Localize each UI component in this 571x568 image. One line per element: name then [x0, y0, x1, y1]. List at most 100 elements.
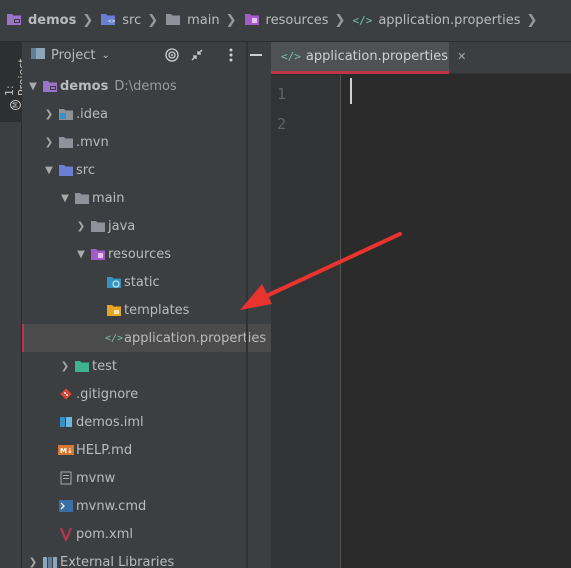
tree-item-mvnw-cmd[interactable]: mvnw.cmd: [22, 492, 271, 520]
maven-icon: [58, 526, 74, 542]
breadcrumb-label: demos: [28, 13, 77, 28]
code-editor[interactable]: [343, 75, 571, 568]
chevron-right-icon: ❯: [225, 13, 237, 28]
chevron-down-icon[interactable]: ▼: [26, 81, 40, 92]
tree-item-label: demos: [60, 78, 109, 94]
breadcrumb-label: src: [122, 13, 142, 28]
project-tree: ▼ demos D:\demos ❯ .idea ❯ .mvn ▼ src ▼ …: [22, 72, 271, 568]
tree-item-label: .idea: [76, 106, 108, 122]
tree-item-templates[interactable]: templates: [22, 296, 271, 324]
breadcrumb-application-properties[interactable]: </> application.properties: [352, 0, 520, 41]
breadcrumb-label: application.properties: [378, 13, 521, 28]
chevron-right-icon[interactable]: ❯: [42, 109, 56, 120]
chevron-right-icon: ❯: [334, 13, 346, 28]
tree-item-label: resources: [108, 246, 172, 262]
tool-window-strip: M 1: Project: [0, 42, 29, 568]
project-folder-icon: [42, 78, 58, 94]
tree-item-label: External Libraries: [60, 554, 175, 568]
tree-item-label: src: [76, 162, 95, 178]
tree-item-label: templates: [124, 302, 190, 318]
source-folder-icon: [58, 162, 74, 178]
tree-item-test[interactable]: ❯ test: [22, 352, 271, 380]
folder-icon: [74, 190, 90, 206]
git-icon: [58, 386, 74, 402]
project-view-icon: [30, 46, 46, 64]
more-options-icon[interactable]: [223, 47, 239, 63]
editor-tab-bar: </> application.properties ✕: [271, 42, 571, 74]
tree-item-label: application.properties: [124, 330, 267, 346]
test-folder-icon: [74, 358, 90, 374]
tree-item-help-md[interactable]: M↓ HELP.md: [22, 436, 271, 464]
tree-item-java[interactable]: ❯ java: [22, 212, 271, 240]
tree-item-label: static: [124, 274, 160, 290]
chevron-down-icon[interactable]: ▼: [74, 249, 88, 260]
tree-item-label: main: [92, 190, 125, 206]
breadcrumb-demos[interactable]: demos: [6, 0, 76, 41]
chevron-right-icon: ❯: [82, 13, 94, 28]
tree-item-label: .gitignore: [76, 386, 139, 402]
idea-folder-icon: [58, 106, 74, 122]
chevron-right-icon[interactable]: ❯: [26, 557, 40, 568]
project-panel: Project ⌄ ▼ demos D:\demos ❯ .idea ❯ .mv…: [22, 42, 271, 568]
chevron-right-icon[interactable]: ❯: [74, 221, 88, 232]
tree-item-label: mvnw: [76, 470, 116, 486]
project-tool-window-tab[interactable]: M 1: Project: [0, 42, 29, 122]
tree-item-src[interactable]: ▼ src: [22, 156, 271, 184]
svg-text:M↓: M↓: [60, 447, 73, 455]
collapse-all-icon[interactable]: [189, 47, 205, 63]
project-panel-header: Project ⌄: [22, 42, 271, 68]
tree-item-mvnw[interactable]: mvnw: [22, 464, 271, 492]
tree-item-main[interactable]: ▼ main: [22, 184, 271, 212]
tree-item-resources[interactable]: ▼ resources: [22, 240, 271, 268]
markdown-file-icon: M↓: [58, 442, 74, 458]
breadcrumb-label: resources: [265, 13, 329, 28]
chevron-right-icon[interactable]: ❯: [58, 361, 72, 372]
project-tool-icon: M: [10, 99, 22, 110]
folder-icon: [90, 218, 106, 234]
line-number: 2: [277, 115, 287, 133]
tree-item-label: demos.iml: [76, 414, 144, 430]
minimize-icon[interactable]: [248, 47, 264, 63]
properties-file-icon: </>: [104, 332, 124, 344]
resources-folder-icon: [90, 246, 106, 262]
chevron-down-icon[interactable]: ⌄: [101, 50, 109, 61]
tree-item-external-libraries[interactable]: ❯ External Libraries: [22, 548, 271, 568]
cmd-file-icon: [58, 498, 74, 514]
line-number-gutter: 1 2: [271, 75, 341, 568]
libraries-icon: [42, 554, 58, 568]
project-path: D:\demos: [114, 78, 177, 94]
text-file-icon: [58, 470, 74, 486]
source-folder-icon: <>: [100, 12, 116, 30]
breadcrumb-src[interactable]: <> src: [100, 0, 141, 41]
svg-text:<>: <>: [108, 18, 116, 25]
navigation-bar: demos ❯ <> src ❯ main ❯ resources ❯ </> …: [0, 0, 571, 42]
tree-item-idea[interactable]: ❯ .idea: [22, 100, 271, 128]
tree-item-gitignore[interactable]: .gitignore: [22, 380, 271, 408]
breadcrumb-main[interactable]: main: [165, 0, 220, 41]
iml-file-icon: [58, 414, 74, 430]
chevron-right-icon: ❯: [147, 13, 159, 28]
locate-file-icon[interactable]: [164, 47, 180, 63]
close-icon[interactable]: ✕: [457, 50, 466, 63]
tree-item-static[interactable]: static: [22, 268, 271, 296]
chevron-down-icon[interactable]: ▼: [42, 165, 56, 176]
templates-folder-icon: [106, 302, 122, 318]
chevron-right-icon[interactable]: ❯: [42, 137, 56, 148]
breadcrumb-resources[interactable]: resources: [244, 0, 329, 41]
tree-item-label: test: [92, 358, 117, 374]
chevron-down-icon[interactable]: ▼: [58, 193, 72, 204]
properties-file-icon: </>: [352, 14, 373, 27]
tree-item-demos[interactable]: ▼ demos D:\demos: [22, 72, 271, 100]
tree-item-pom-xml[interactable]: pom.xml: [22, 520, 271, 548]
tree-item-mvn[interactable]: ❯ .mvn: [22, 128, 271, 156]
tree-item-demos-iml[interactable]: demos.iml: [22, 408, 271, 436]
web-folder-icon: [106, 274, 122, 290]
tree-item-application-properties[interactable]: </> application.properties: [22, 324, 271, 352]
tree-item-label: .mvn: [76, 134, 109, 150]
panel-divider[interactable]: [246, 42, 248, 568]
breadcrumb-label: main: [187, 13, 220, 28]
tree-item-label: mvnw.cmd: [76, 498, 147, 514]
folder-icon: [165, 12, 181, 30]
editor-tab-application-properties[interactable]: </> application.properties ✕: [271, 42, 466, 74]
project-view-selector[interactable]: Project: [51, 48, 95, 63]
